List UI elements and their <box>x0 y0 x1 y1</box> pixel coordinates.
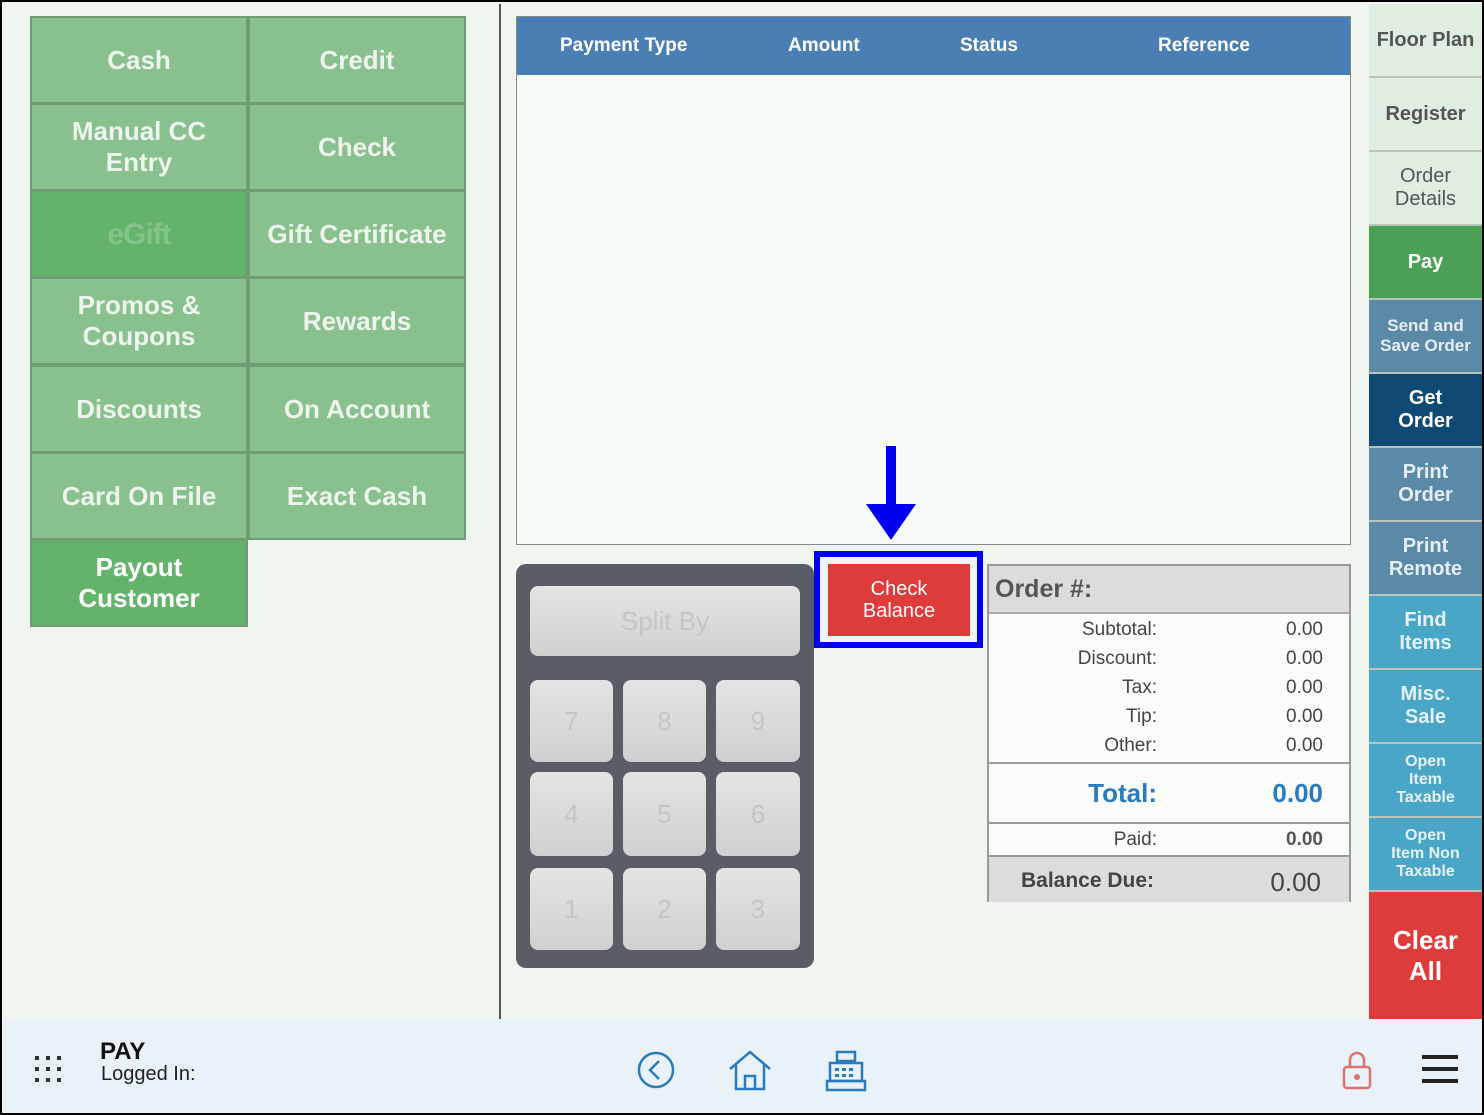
egift-logo: eGift <box>107 217 171 251</box>
order-summary: Order #: Subtotal: 0.00 Discount: 0.00 T… <box>987 564 1351 902</box>
total-label: Total: <box>1088 778 1157 808</box>
card-on-file-button[interactable]: Card On File <box>30 452 248 540</box>
balance-due-row: Balance Due: 0.00 <box>989 855 1349 902</box>
separator <box>989 822 1349 824</box>
order-details-button[interactable]: Order Details <box>1369 152 1482 226</box>
tax-label: Tax: <box>1122 677 1157 698</box>
total-value: 0.00 <box>1272 778 1323 808</box>
on-account-button[interactable]: On Account <box>248 365 466 453</box>
column-payment-type: Payment Type <box>560 35 688 56</box>
menu-icon[interactable] <box>1422 1055 1458 1083</box>
print-remote-button[interactable]: Print Remote <box>1369 522 1482 596</box>
tax-value: 0.00 <box>1286 677 1323 698</box>
promos-coupons-button[interactable]: Promos & Coupons <box>30 277 248 365</box>
order-number-label: Order #: <box>995 575 1093 603</box>
egift-button[interactable]: eGift <box>30 190 248 278</box>
split-by-button[interactable]: Split By <box>530 586 800 656</box>
paid-value: 0.00 <box>1286 829 1323 850</box>
other-value: 0.00 <box>1286 735 1323 756</box>
gift-certificate-button[interactable]: Gift Certificate <box>248 190 466 278</box>
payout-customer-button[interactable]: Payout Customer <box>30 539 248 627</box>
arrow-down-icon <box>866 446 916 540</box>
other-label: Other: <box>1104 735 1157 756</box>
key-8[interactable]: 8 <box>623 680 706 762</box>
clear-all-button[interactable]: Clear All <box>1369 892 1482 1019</box>
tip-value: 0.00 <box>1286 706 1323 727</box>
check-button[interactable]: Check <box>248 103 466 191</box>
key-7[interactable]: 7 <box>530 680 613 762</box>
column-reference: Reference <box>1158 35 1250 56</box>
paid-label: Paid: <box>1113 829 1157 850</box>
order-number-header: Order #: <box>989 566 1349 614</box>
home-icon[interactable] <box>727 1048 773 1092</box>
cash-button[interactable]: Cash <box>30 16 248 104</box>
subtotal-value: 0.00 <box>1286 619 1323 640</box>
tip-label: Tip: <box>1126 706 1157 727</box>
floor-plan-button[interactable]: Floor Plan <box>1369 4 1482 78</box>
open-item-taxable-button[interactable]: Open Item Taxable <box>1369 744 1482 818</box>
balance-due-label: Balance Due: <box>1021 869 1155 892</box>
check-balance-button[interactable]: Check Balance <box>828 564 970 636</box>
key-1[interactable]: 1 <box>530 868 613 950</box>
check-balance-label: Check Balance <box>862 578 936 622</box>
get-order-button[interactable]: Get Order <box>1369 374 1482 448</box>
logged-in-label: Logged In: <box>101 1063 196 1085</box>
credit-button[interactable]: Credit <box>248 16 466 104</box>
payments-table: Payment Type Amount Status Reference <box>516 16 1351 545</box>
key-2[interactable]: 2 <box>623 868 706 950</box>
key-3[interactable]: 3 <box>716 868 800 950</box>
pay-button[interactable]: Pay <box>1369 226 1482 300</box>
discount-value: 0.00 <box>1286 648 1323 669</box>
panel-divider <box>499 4 501 1019</box>
manual-cc-entry-button[interactable]: Manual CC Entry <box>30 103 248 191</box>
key-6[interactable]: 6 <box>716 772 800 856</box>
misc-sale-button[interactable]: Misc. Sale <box>1369 670 1482 744</box>
column-status: Status <box>960 35 1019 56</box>
page-title: PAY <box>100 1038 146 1065</box>
discount-label: Discount: <box>1077 648 1157 669</box>
back-circle-icon[interactable] <box>636 1050 676 1090</box>
bottom-bar: PAY Logged In: <box>4 1019 1482 1113</box>
cash-register-icon[interactable] <box>824 1049 868 1093</box>
apps-grid-icon[interactable] <box>34 1055 62 1083</box>
send-and-save-order-button[interactable]: Send and Save Order <box>1369 300 1482 374</box>
numeric-keypad: Split By 7 8 9 4 5 6 1 2 3 <box>516 564 814 968</box>
key-4[interactable]: 4 <box>530 772 613 856</box>
key-5[interactable]: 5 <box>623 772 706 856</box>
subtotal-label: Subtotal: <box>1082 619 1157 640</box>
find-items-button[interactable]: Find Items <box>1369 596 1482 670</box>
lock-icon[interactable] <box>1341 1049 1373 1091</box>
exact-cash-button[interactable]: Exact Cash <box>248 452 466 540</box>
separator <box>989 762 1349 764</box>
column-amount: Amount <box>788 35 860 56</box>
print-order-button[interactable]: Print Order <box>1369 448 1482 522</box>
pos-screen: Cash Credit Manual CC Entry Check eGift … <box>0 0 1484 1115</box>
balance-due-value: 0.00 <box>1270 867 1321 897</box>
rewards-button[interactable]: Rewards <box>248 277 466 365</box>
payments-table-header: Payment Type Amount Status Reference <box>517 17 1350 75</box>
discounts-button[interactable]: Discounts <box>30 365 248 453</box>
open-item-non-taxable-button[interactable]: Open Item Non Taxable <box>1369 818 1482 892</box>
key-9[interactable]: 9 <box>716 680 800 762</box>
register-button[interactable]: Register <box>1369 78 1482 152</box>
